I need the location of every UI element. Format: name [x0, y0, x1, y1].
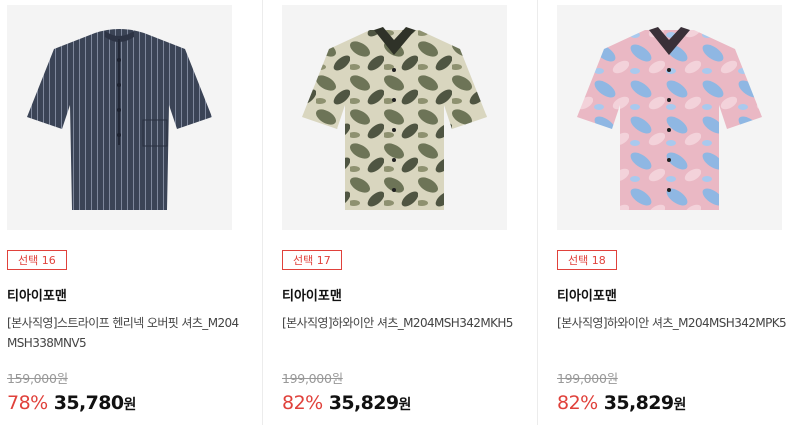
price-row: 82% 35,829원 [282, 392, 411, 414]
original-price: 159,000원 [7, 371, 68, 386]
discount-rate: 82% [282, 392, 323, 414]
brand-name[interactable]: 티아이포맨 [557, 285, 617, 304]
brand-name[interactable]: 티아이포맨 [282, 285, 342, 304]
sale-price: 35,829 [603, 392, 674, 414]
product-image-khaki-hawaiian-shirt[interactable] [282, 5, 507, 230]
product-card[interactable]: 선택 17 티아이포맨 [본사직영]하와이안 셔츠_M204MSH342MKH5… [282, 0, 522, 425]
currency-unit: 원 [123, 397, 137, 413]
price-row: 78% 35,780원 [7, 392, 136, 414]
brand-name[interactable]: 티아이포맨 [7, 285, 67, 304]
select-badge: 선택 18 [557, 250, 617, 270]
column-divider [537, 0, 538, 425]
discount-rate: 78% [7, 392, 48, 414]
price-row: 82% 35,829원 [557, 392, 686, 414]
discount-rate: 82% [557, 392, 598, 414]
select-badge: 선택 16 [7, 250, 67, 270]
shirt-image [302, 27, 487, 210]
column-divider [262, 0, 263, 425]
original-price: 199,000원 [282, 371, 343, 386]
product-name[interactable]: [본사직영]하와이안 셔츠_M204MSH342MKH5 [282, 313, 514, 333]
sale-price: 35,829 [328, 392, 399, 414]
select-badge: 선택 17 [282, 250, 342, 270]
shirt-image [27, 29, 212, 210]
currency-unit: 원 [398, 397, 412, 413]
product-image-pink-hawaiian-shirt[interactable] [557, 5, 782, 230]
product-name[interactable]: [본사직영]스트라이프 헨리넥 오버핏 셔츠_M204MSH338MNV5 [7, 313, 239, 353]
currency-unit: 원 [673, 397, 687, 413]
product-card[interactable]: 선택 16 티아이포맨 [본사직영]스트라이프 헨리넥 오버핏 셔츠_M204M… [7, 0, 247, 425]
sale-price: 35,780 [53, 392, 124, 414]
product-image-navy-striped-shirt[interactable] [7, 5, 232, 230]
product-card[interactable]: 선택 18 티아이포맨 [본사직영]하와이안 셔츠_M204MSH342MPK5… [557, 0, 795, 425]
shirt-image [577, 27, 762, 210]
product-name[interactable]: [본사직영]하와이안 셔츠_M204MSH342MPK5 [557, 313, 789, 333]
original-price: 199,000원 [557, 371, 618, 386]
